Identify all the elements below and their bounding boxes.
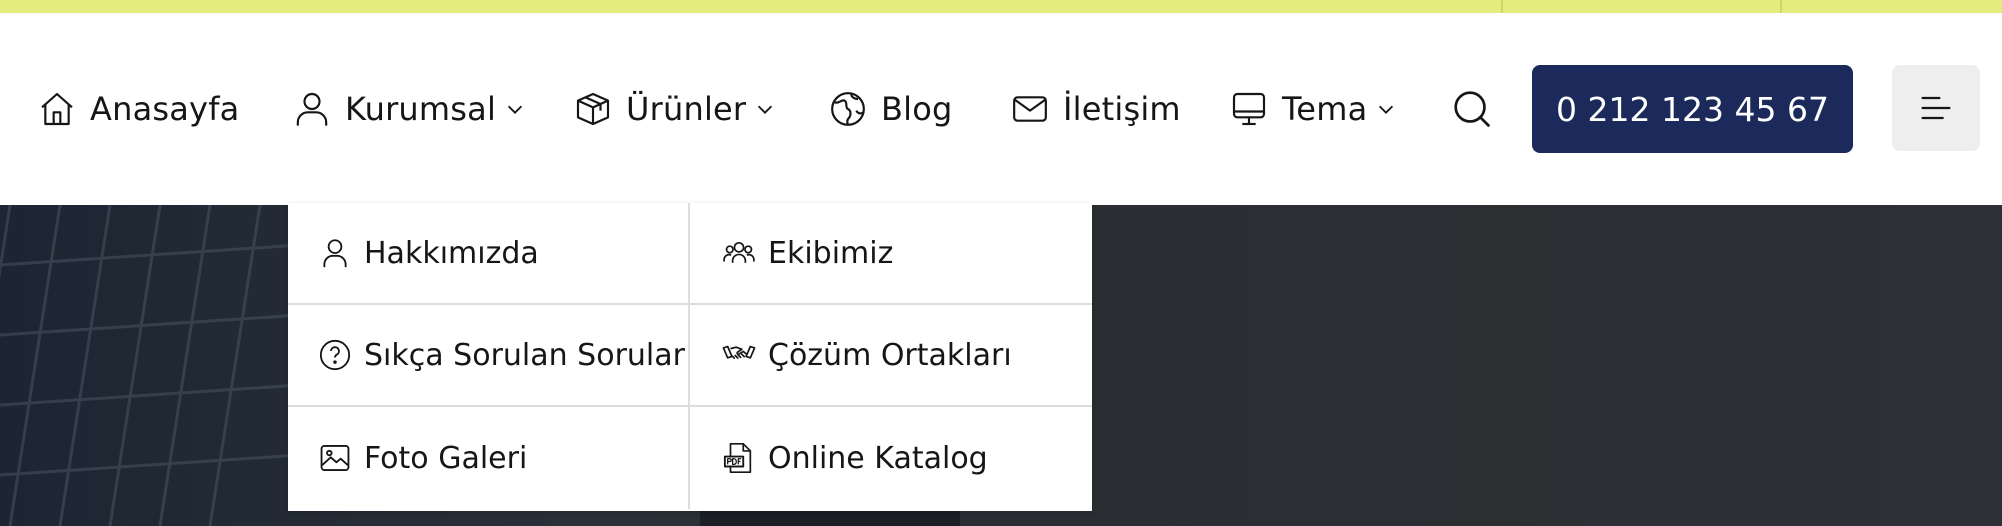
top-bar xyxy=(0,0,2002,13)
search-icon xyxy=(1454,91,1491,128)
dropdown-item-online-katalog[interactable]: Online Katalog xyxy=(690,407,1092,509)
nav-item-label: İletişim xyxy=(1063,90,1181,128)
nav-item-label: Tema xyxy=(1282,90,1368,128)
nav-item-label: Anasayfa xyxy=(90,90,240,128)
image-icon xyxy=(320,445,350,471)
kurumsal-dropdown-menu: Hakkımızda Ekibimiz Sıkça Sorulan Sorula… xyxy=(288,203,1092,511)
nav-item-iletisim[interactable]: İletişim xyxy=(1010,79,1181,139)
home-icon xyxy=(41,92,73,126)
dropdown-item-label: Sıkça Sorulan Sorular xyxy=(364,337,685,373)
phone-button[interactable]: 0 212 123 45 67 xyxy=(1532,65,1853,153)
top-bar-divider xyxy=(1780,0,1782,13)
nav-item-tema[interactable]: Tema xyxy=(1229,79,1397,139)
hamburger-icon xyxy=(1921,96,1951,120)
team-icon xyxy=(723,241,755,263)
chevron-down-icon xyxy=(507,105,523,114)
dropdown-item-foto-galeri[interactable]: Foto Galeri xyxy=(288,407,690,509)
nav-item-kurumsal[interactable]: Kurumsal xyxy=(292,79,526,139)
handshake-icon xyxy=(722,345,756,360)
dropdown-item-ekibimiz[interactable]: Ekibimiz xyxy=(690,203,1092,305)
pdf-file-icon xyxy=(723,442,752,474)
chevron-down-icon xyxy=(758,105,773,114)
dropdown-item-label: Foto Galeri xyxy=(364,440,528,476)
dropdown-item-label: Çözüm Ortakları xyxy=(768,337,1012,373)
dropdown-item-cozum-ortaklari[interactable]: Çözüm Ortakları xyxy=(690,305,1092,407)
nav-item-urunler[interactable]: Ürünler xyxy=(573,79,776,139)
site-header: Anasayfa Kurumsal Ürünler Blog İletişim xyxy=(0,13,2002,205)
phone-number: 0 212 123 45 67 xyxy=(1556,89,1829,129)
box-icon xyxy=(576,92,610,126)
menu-button[interactable] xyxy=(1892,65,1980,151)
dropdown-item-label: Online Katalog xyxy=(768,440,988,476)
nav-item-label: Blog xyxy=(881,90,953,128)
globe-icon xyxy=(831,92,865,126)
dropdown-item-sss[interactable]: Sıkça Sorulan Sorular xyxy=(288,305,690,407)
dropdown-item-label: Ekibimiz xyxy=(768,235,894,271)
nav-item-label: Kurumsal xyxy=(345,90,497,128)
nav-item-anasayfa[interactable]: Anasayfa xyxy=(37,79,239,139)
user-icon xyxy=(323,239,347,268)
nav-item-blog[interactable]: Blog xyxy=(828,79,953,139)
dropdown-item-hakkimizda[interactable]: Hakkımızda xyxy=(288,203,690,305)
top-bar-divider xyxy=(1501,0,1503,13)
dropdown-item-label: Hakkımızda xyxy=(364,235,539,271)
search-button[interactable] xyxy=(1449,86,1495,132)
monitor-icon xyxy=(1232,92,1266,126)
chevron-down-icon xyxy=(1379,105,1394,114)
mail-icon xyxy=(1013,96,1047,122)
nav-item-label: Ürünler xyxy=(626,90,747,128)
question-circle-icon xyxy=(319,339,351,371)
user-icon xyxy=(296,92,328,126)
